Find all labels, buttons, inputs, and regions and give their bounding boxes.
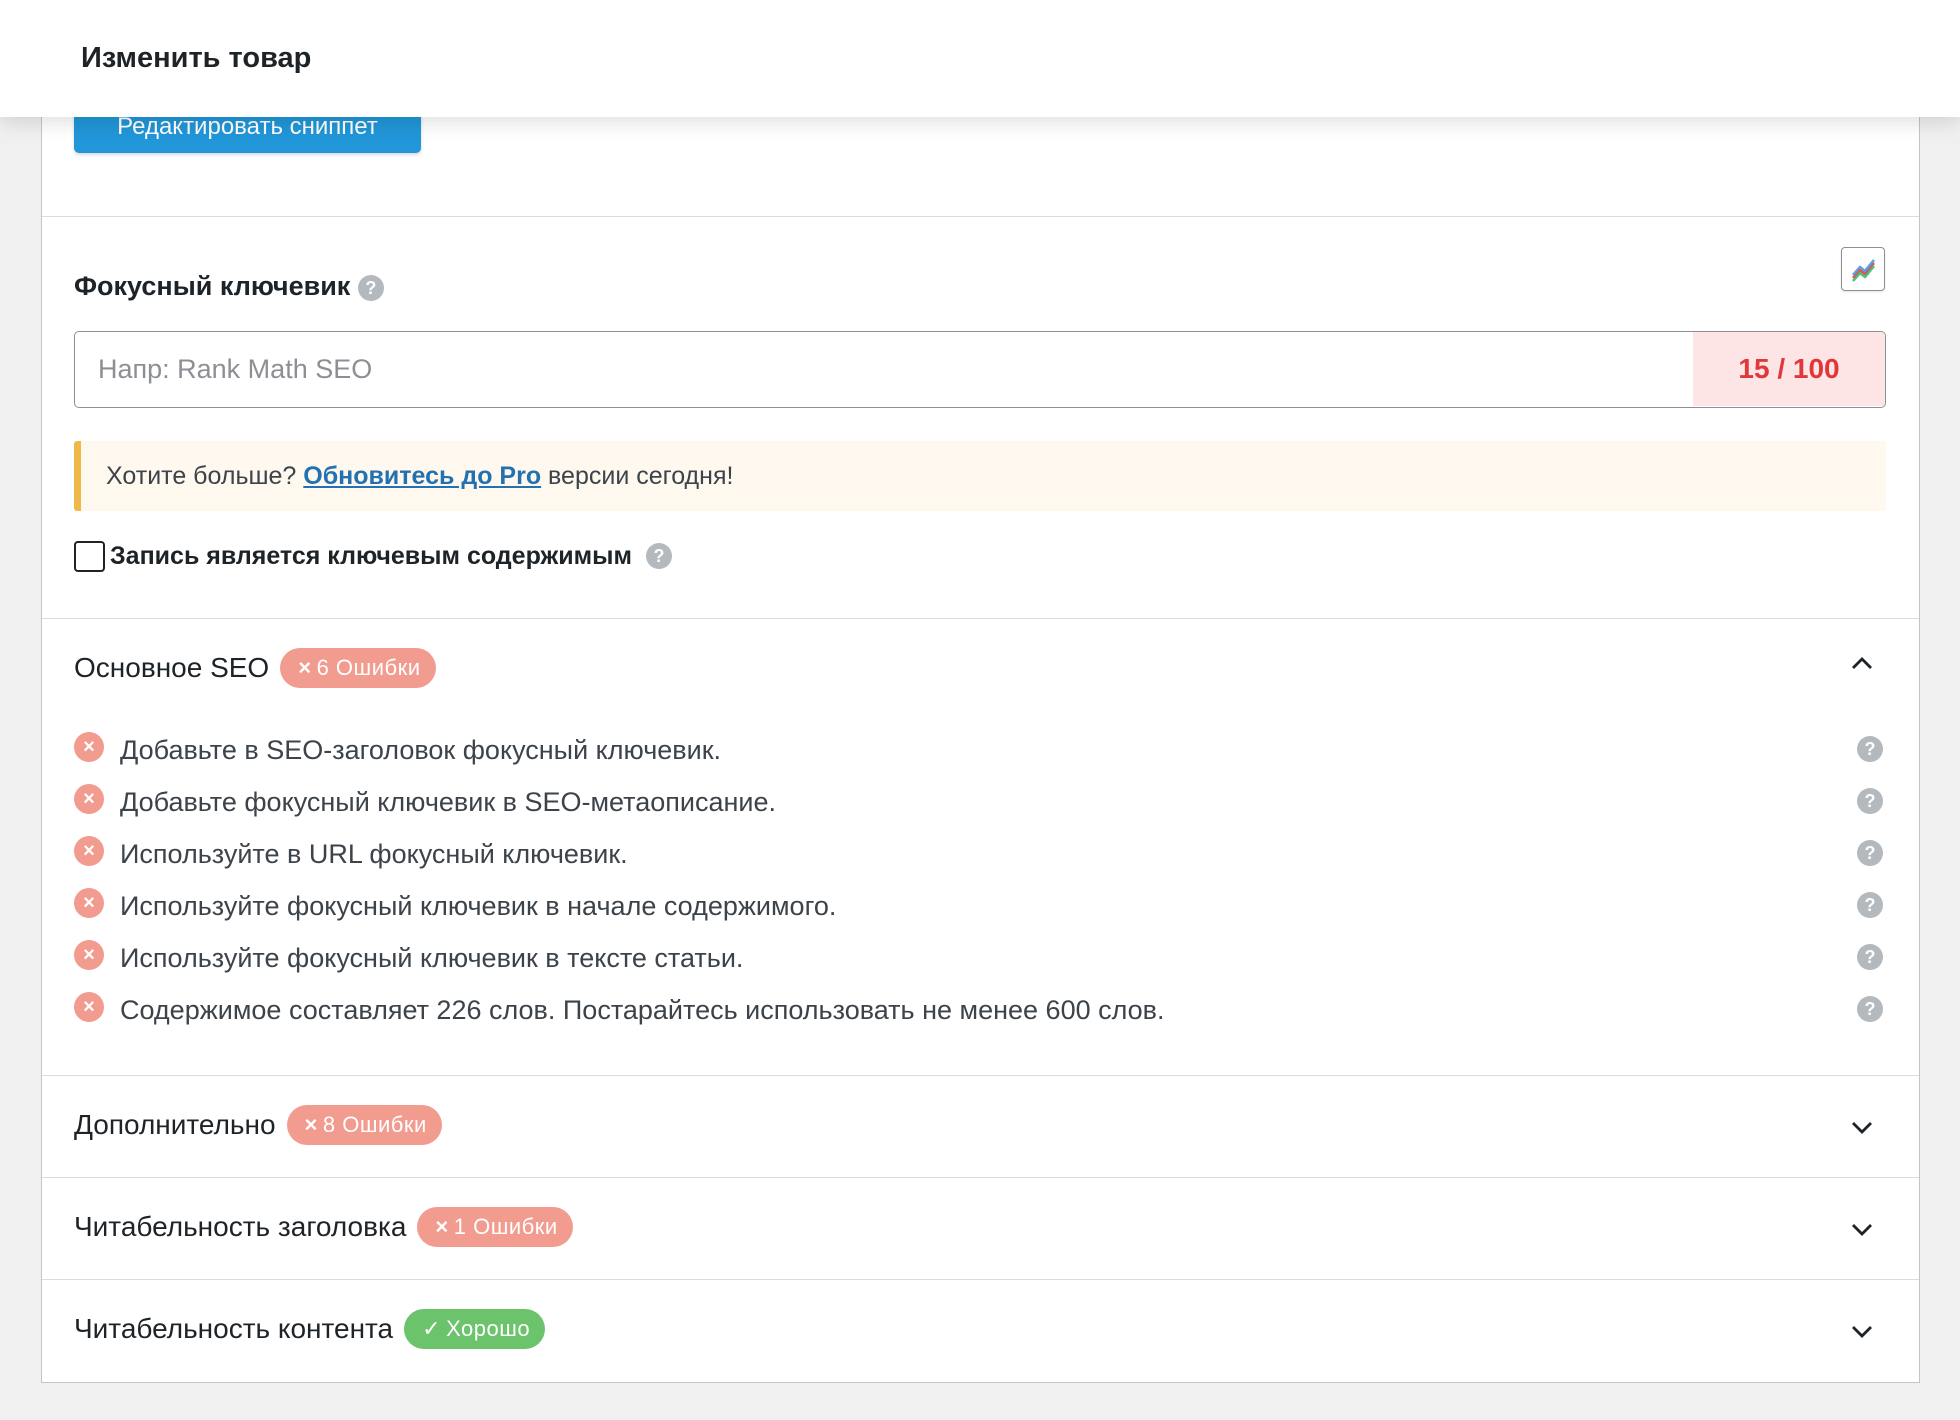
pro-upgrade-notice: Хотите больше? Обновитесь до Pro версии … bbox=[74, 441, 1886, 511]
good-badge: ✓ Хорошо bbox=[404, 1309, 546, 1349]
badge-text: 6 Ошибки bbox=[316, 655, 421, 680]
section-additional[interactable]: Дополнительно × 8 Ошибки bbox=[42, 1075, 1919, 1177]
error-x-icon: × bbox=[74, 888, 104, 918]
seo-score: 15 / 100 bbox=[1693, 332, 1885, 406]
check-text: Используйте в URL фокусный ключевик. bbox=[120, 838, 628, 869]
section-title: Читабельность заголовка bbox=[74, 1211, 407, 1242]
section-title: Читабельность контента bbox=[74, 1313, 394, 1344]
check-text: Добавьте фокусный ключевик в SEO-метаопи… bbox=[120, 786, 777, 817]
chevron-down-icon[interactable] bbox=[1851, 1121, 1873, 1135]
notice-prefix: Хотите больше? bbox=[106, 462, 297, 490]
badge-text: 8 Ошибки bbox=[322, 1112, 427, 1137]
error-badge: × 1 Ошибки bbox=[417, 1207, 573, 1247]
pillar-content-checkbox[interactable] bbox=[74, 540, 105, 572]
chevron-up-icon[interactable] bbox=[1851, 656, 1873, 670]
error-x-icon: × bbox=[74, 784, 104, 814]
section-header-title-readability[interactable]: Читабельность заголовка × 1 Ошибки bbox=[74, 1207, 573, 1247]
list-item: × Используйте в URL фокусный ключевик. ? bbox=[74, 828, 1886, 880]
focus-keyword-input[interactable] bbox=[75, 332, 1691, 406]
focus-keyword-help-icon[interactable]: ? bbox=[357, 274, 384, 301]
chevron-down-icon[interactable] bbox=[1851, 1223, 1873, 1237]
focus-keyword-label: Фокусный ключевик bbox=[74, 271, 351, 301]
help-icon[interactable]: ? bbox=[1857, 736, 1883, 762]
error-x-icon: × bbox=[74, 836, 104, 866]
list-item: × Добавьте фокусный ключевик в SEO-метао… bbox=[74, 776, 1886, 828]
help-icon[interactable]: ? bbox=[1857, 996, 1883, 1022]
section-title-readability[interactable]: Читабельность заголовка × 1 Ошибки bbox=[42, 1177, 1919, 1279]
section-title: Дополнительно bbox=[74, 1109, 276, 1140]
check-icon: ✓ bbox=[422, 1316, 442, 1341]
check-text: Содержимое составляет 226 слов. Постарай… bbox=[120, 994, 1165, 1025]
focus-keyword-title: Фокусный ключевик ? bbox=[74, 271, 384, 302]
pillar-help-icon[interactable]: ? bbox=[645, 543, 672, 569]
pillar-content-label[interactable]: Запись является ключевым содержимым bbox=[110, 542, 632, 571]
list-item: × Добавьте в SEO-заголовок фокусный ключ… bbox=[74, 724, 1886, 776]
error-x-icon: × bbox=[74, 992, 104, 1022]
section-content-readability[interactable]: Читабельность контента ✓ Хорошо bbox=[42, 1279, 1919, 1383]
help-icon[interactable]: ? bbox=[1857, 840, 1883, 866]
section-basic-seo: Основное SEO × 6 Ошибки × Добавьте в SEO-… bbox=[42, 618, 1919, 1075]
badge-x-icon: × bbox=[435, 1214, 449, 1239]
trend-chart-icon bbox=[1852, 259, 1876, 282]
upgrade-pro-link[interactable]: Обновитесь до Pro bbox=[303, 462, 541, 490]
check-text: Добавьте в SEO-заголовок фокусный ключев… bbox=[120, 734, 722, 765]
list-item: × Используйте фокусный ключевик в начале… bbox=[74, 880, 1886, 932]
chevron-down-icon[interactable] bbox=[1851, 1325, 1873, 1339]
help-icon[interactable]: ? bbox=[1857, 892, 1883, 918]
top-bar: Изменить товар bbox=[0, 0, 1960, 117]
list-item: × Содержимое составляет 226 слов. Постар… bbox=[74, 984, 1886, 1036]
badge-text: Хорошо bbox=[446, 1316, 531, 1341]
list-item: × Используйте фокусный ключевик в тексте… bbox=[74, 932, 1886, 984]
check-text: Используйте фокусный ключевик в тексте с… bbox=[120, 942, 744, 973]
section-header-basic-seo[interactable]: Основное SEO × 6 Ошибки bbox=[74, 648, 436, 688]
check-text: Используйте фокусный ключевик в начале с… bbox=[120, 890, 837, 921]
badge-x-icon: × bbox=[304, 1112, 318, 1137]
error-x-icon: × bbox=[74, 732, 104, 762]
error-badge: × 8 Ошибки bbox=[286, 1105, 442, 1145]
badge-x-icon: × bbox=[298, 655, 312, 680]
help-icon[interactable]: ? bbox=[1857, 788, 1883, 814]
error-x-icon: × bbox=[74, 940, 104, 970]
page-title: Изменить товар bbox=[81, 42, 312, 74]
badge-text: 1 Ошибки bbox=[453, 1214, 558, 1239]
section-header-content-readability[interactable]: Читабельность контента ✓ Хорошо bbox=[74, 1309, 546, 1349]
focus-keyword-field: 15 / 100 bbox=[74, 331, 1886, 408]
basic-seo-checks: × Добавьте в SEO-заголовок фокусный ключ… bbox=[74, 724, 1886, 1036]
help-icon[interactable]: ? bbox=[1857, 944, 1883, 970]
notice-suffix: версии сегодня! bbox=[548, 462, 734, 490]
pillar-content-row: Запись является ключевым содержимым ? bbox=[74, 536, 672, 576]
seo-panel: Редактировать сниппет Фокусный ключевик … bbox=[41, 80, 1920, 1383]
error-badge: × 6 Ошибки bbox=[280, 648, 436, 688]
section-header-additional[interactable]: Дополнительно × 8 Ошибки bbox=[74, 1105, 442, 1145]
keyword-trends-button[interactable] bbox=[1841, 247, 1885, 291]
section-title: Основное SEO bbox=[74, 652, 270, 683]
